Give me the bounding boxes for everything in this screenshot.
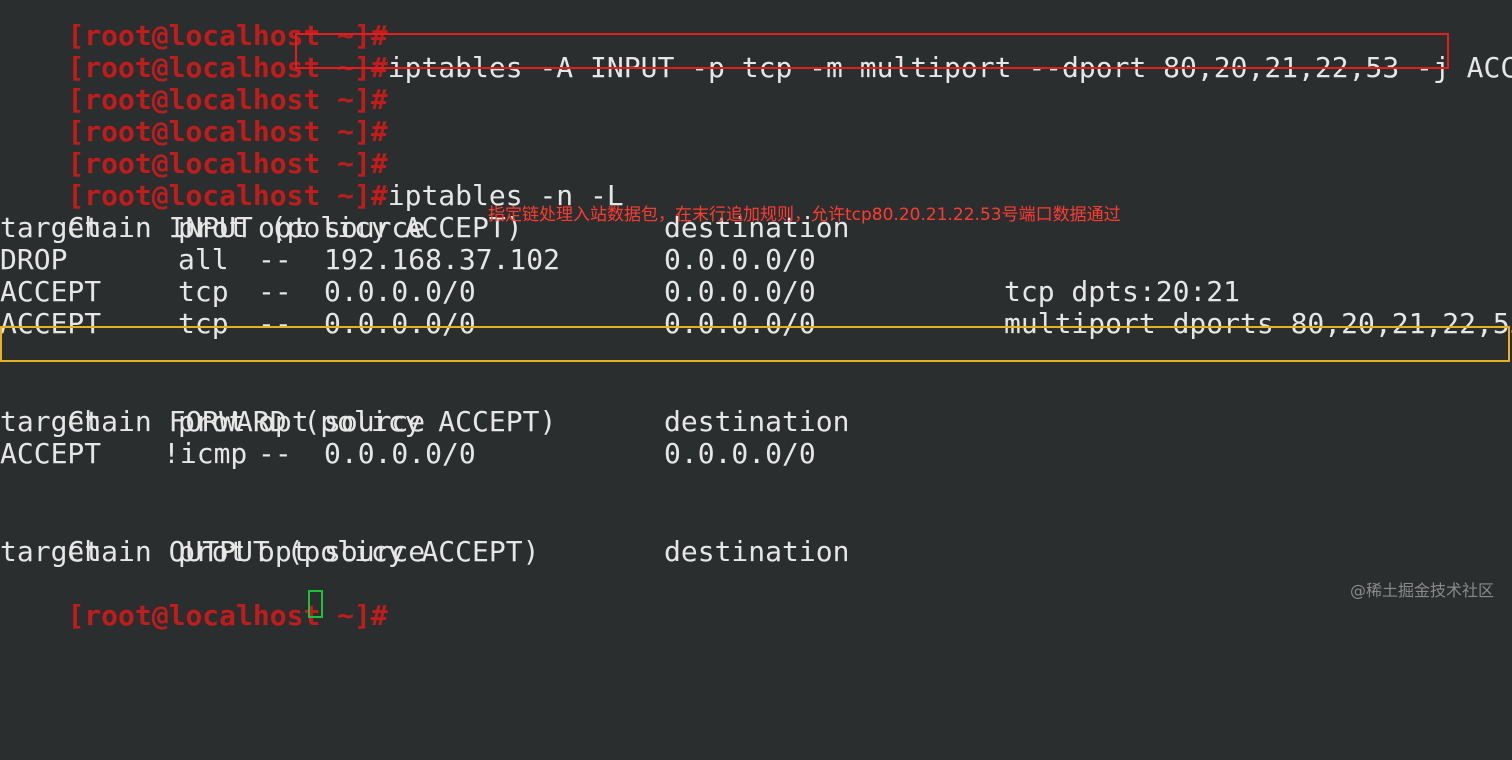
col-opt: opt [258, 211, 309, 244]
shell-prompt: [root@localhost ~]# [67, 599, 388, 632]
text-cursor [308, 590, 323, 618]
prompt-line: [root@localhost ~]# [0, 84, 387, 148]
prompt-line: [root@localhost ~]# [0, 0, 387, 52]
chain-header: Chain FORWARD (policy ACCEPT) [67, 405, 557, 438]
table-row: DROP all -- 192.168.37.102 0.0.0.0/0 [0, 243, 816, 276]
prompt-line: [root@localhost ~]#iptables -n -L [0, 148, 623, 212]
watermark: @稀土掘金技术社区 [1349, 581, 1494, 600]
chain-header: Chain OUTPUT (policy ACCEPT) [67, 535, 540, 568]
annotation-note: 指定链处理入站数据包，在末行追加规则，允许tcp80.20.21.22.53号端… [488, 205, 1121, 225]
col-prot: prot [178, 211, 246, 244]
rule-highlight-box [0, 326, 1510, 362]
table-row: ACCEPT tcp -- 0.0.0.0/0 0.0.0.0/0 tcp dp… [0, 275, 1241, 308]
table-header-row: target prot opt source destination [0, 405, 850, 438]
col-target: target [0, 211, 102, 244]
prompt-line: [root@localhost ~]# [0, 568, 387, 632]
chain-header: Chain INPUT (policy ACCEPT) [67, 211, 523, 244]
command-highlight-box [295, 33, 1449, 69]
table-row: ACCEPT !icmp -- 0.0.0.0/0 0.0.0.0/0 [0, 437, 816, 470]
prompt-line: [root@localhost ~]# [0, 116, 387, 180]
col-source: source [324, 211, 426, 244]
table-header-row: target prot opt source destination [0, 535, 850, 568]
